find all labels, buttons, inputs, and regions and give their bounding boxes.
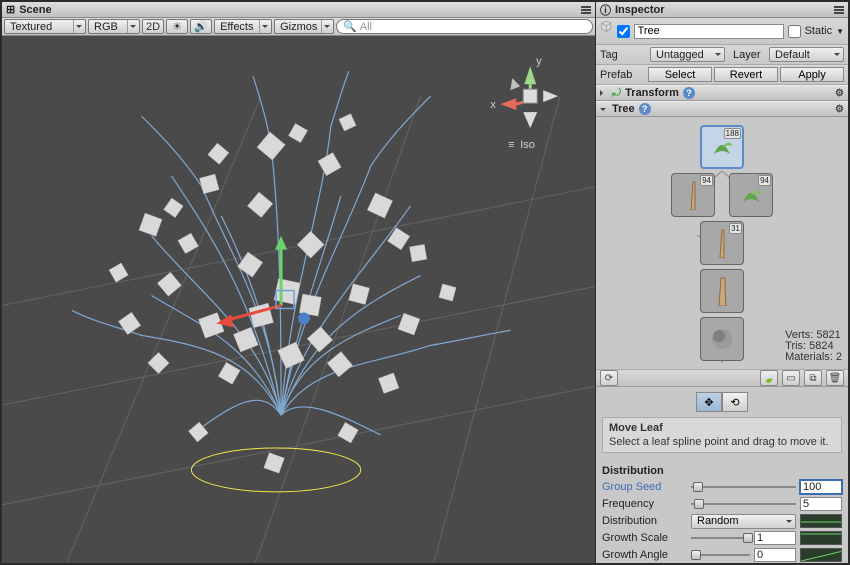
growth-angle-label: Growth Angle [602, 549, 687, 561]
frequency-label: Frequency [602, 498, 687, 510]
hint-title: Move Leaf [609, 422, 835, 434]
hint-box: Move Leaf Select a leaf spline point and… [602, 417, 842, 453]
inspector-info-icon: ⓘ [600, 2, 611, 18]
inspector-tab[interactable]: ⓘ Inspector [596, 2, 848, 18]
object-name-row: Static ▼ [596, 18, 848, 45]
refresh-button[interactable]: ⟳ [600, 370, 618, 386]
hint-body: Select a leaf spline point and drag to m… [609, 436, 835, 448]
object-name-input[interactable] [634, 24, 784, 39]
leaf-group-b[interactable]: 94 [729, 173, 773, 217]
branch-group-d[interactable] [700, 269, 744, 313]
svg-text:Iso: Iso [520, 139, 535, 151]
2d-toggle[interactable]: 2D [142, 19, 164, 34]
prefab-select-button[interactable]: Select [648, 67, 712, 82]
tree-hierarchy-editor: 188 94 94 31 [596, 117, 848, 369]
prefab-label: Prefab [600, 69, 646, 81]
inspector-tab-label: Inspector [615, 4, 665, 16]
growth-scale-row: Growth Scale 1 [602, 530, 842, 546]
scene-toolbar: Textured RGB 2D ☀ 🔊 Effects Gizmos 🔍 All [2, 18, 595, 36]
transform-icon: ⤾ [612, 87, 621, 100]
static-label: Static [805, 25, 833, 37]
tree-render [72, 71, 511, 473]
search-icon: 🔍 [343, 20, 357, 33]
effects-dropdown[interactable]: Effects [214, 19, 272, 34]
frequency-slider[interactable] [691, 498, 796, 510]
help-icon[interactable]: ? [639, 103, 651, 115]
delete-button[interactable]: 🗑 [826, 370, 844, 386]
group-seed-row: Group Seed 100 [602, 479, 842, 495]
distribution-curve[interactable] [800, 514, 842, 528]
scene-panel: ⊞ Scene Textured RGB 2D ☀ 🔊 Effects Gizm… [2, 2, 595, 563]
foldout-icon [600, 90, 606, 96]
layer-label: Layer [729, 49, 765, 61]
tag-layer-row: Tag Untagged Layer Default [596, 45, 848, 65]
prefab-apply-button[interactable]: Apply [780, 67, 844, 82]
growth-angle-input[interactable]: 0 [754, 548, 796, 562]
tree-component-header[interactable]: Tree ? ⚙ [596, 101, 848, 117]
static-checkbox[interactable] [788, 25, 801, 38]
transform-component-header[interactable]: ⤾ Transform ? ⚙ [596, 85, 848, 101]
audio-toggle[interactable]: 🔊 [190, 19, 212, 34]
tree-stats: Verts: 5821 Tris: 5824 Materials: 2 [785, 330, 842, 363]
branch-group-a[interactable]: 94 [671, 173, 715, 217]
leaf-group-top[interactable]: 188 [700, 125, 744, 169]
svg-text:x: x [490, 99, 496, 111]
prefab-revert-button[interactable]: Revert [714, 67, 778, 82]
growth-scale-slider[interactable] [691, 532, 750, 544]
scene-tab[interactable]: ⊞ Scene [2, 2, 595, 18]
frequency-input[interactable]: 5 [800, 497, 842, 511]
gear-icon[interactable]: ⚙ [835, 88, 844, 99]
growth-angle-slider[interactable] [691, 549, 750, 561]
scene-tab-label: Scene [19, 4, 51, 16]
group-seed-label: Group Seed [602, 481, 687, 493]
growth-angle-row: Growth Angle 0 [602, 547, 842, 563]
frequency-row: Frequency 5 [602, 496, 842, 512]
distribution-section: Distribution Group Seed 100 Frequency 5 … [596, 459, 848, 563]
tag-dropdown[interactable]: Untagged [650, 47, 725, 62]
group-seed-slider[interactable] [691, 481, 796, 493]
gameobject-icon [600, 20, 613, 42]
orientation-gizmo: y x [490, 55, 558, 128]
prefab-row: Prefab Select Revert Apply [596, 65, 848, 85]
scene-menu-icon[interactable] [581, 6, 591, 14]
layer-dropdown[interactable]: Default [769, 47, 844, 62]
foldout-open-icon [600, 108, 606, 114]
root-node[interactable] [700, 317, 744, 361]
svg-text:≡: ≡ [508, 139, 514, 151]
growth-angle-curve[interactable] [800, 548, 842, 562]
duplicate-button[interactable]: ⧉ [804, 370, 822, 386]
gear-icon[interactable]: ⚙ [835, 104, 844, 115]
scene-viewport[interactable]: y x ≡ Iso [2, 36, 595, 563]
growth-scale-curve[interactable] [800, 531, 842, 545]
distribution-heading: Distribution [602, 465, 842, 477]
growth-scale-input[interactable]: 1 [754, 531, 796, 545]
gizmos-dropdown[interactable]: Gizmos [274, 19, 334, 34]
shading-dropdown[interactable]: Textured [4, 19, 86, 34]
inspector-menu-icon[interactable] [834, 6, 844, 14]
distribution-dropdown[interactable]: Random [691, 514, 796, 529]
light-toggle[interactable]: ☀ [166, 19, 188, 34]
svg-text:y: y [536, 55, 542, 67]
inspector-panel: ⓘ Inspector Static ▼ Tag Untagged Layer … [595, 2, 848, 563]
static-dropdown-icon[interactable]: ▼ [836, 27, 844, 36]
group-seed-input[interactable]: 100 [800, 480, 842, 494]
viewport-svg: y x ≡ Iso [2, 36, 595, 563]
tag-label: Tag [600, 49, 646, 61]
help-icon[interactable]: ? [683, 87, 695, 99]
object-enabled-checkbox[interactable] [617, 25, 630, 38]
iso-label: ≡ Iso [508, 139, 535, 151]
branch-group-c[interactable]: 31 [700, 221, 744, 265]
growth-scale-label: Growth Scale [602, 532, 687, 544]
distribution-row: Distribution Random [602, 513, 842, 529]
scene-search-input[interactable]: 🔍 All [336, 19, 593, 34]
rendermode-dropdown[interactable]: RGB [88, 19, 140, 34]
scene-grid-icon: ⊞ [6, 3, 15, 16]
distribution-label: Distribution [602, 515, 687, 527]
